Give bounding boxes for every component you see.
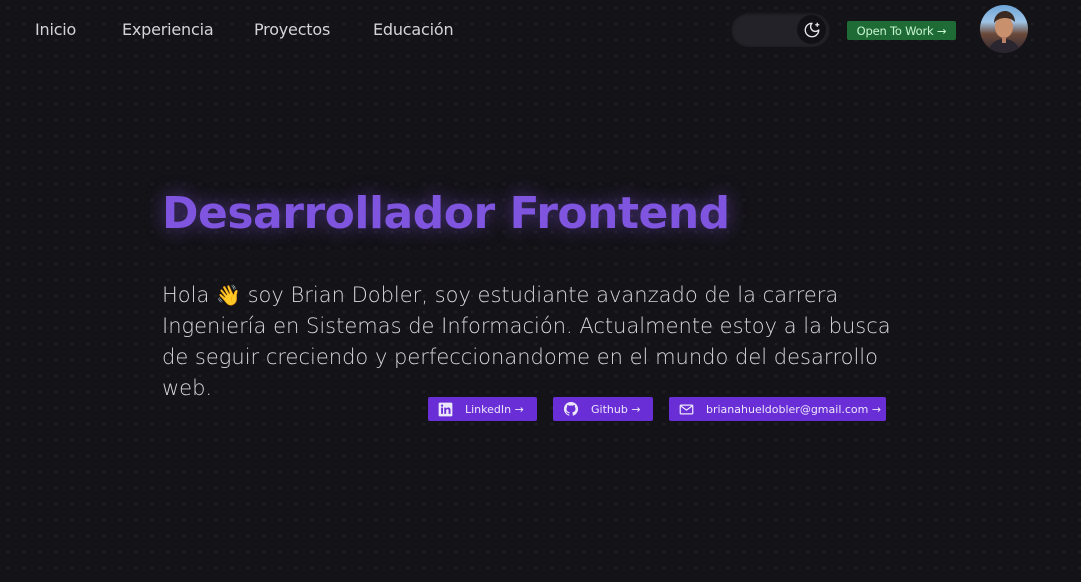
- github-label: Github →: [591, 402, 641, 416]
- hero-intro: Hola 👋 soy Brian Dobler, soy estudiante …: [162, 280, 912, 404]
- nav-link-experiencia[interactable]: Experiencia: [122, 20, 214, 39]
- avatar[interactable]: [980, 5, 1028, 53]
- email-button[interactable]: brianahueldobler@gmail.com →: [669, 397, 886, 421]
- github-icon: [563, 401, 579, 417]
- linkedin-label: LinkedIn →: [465, 402, 524, 416]
- hero-intro-body: soy Brian Dobler, soy estudiante avanzad…: [162, 283, 891, 400]
- mail-icon: [679, 402, 694, 417]
- waving-hand-icon: 👋: [216, 283, 241, 307]
- nav-link-proyectos[interactable]: Proyectos: [254, 20, 330, 39]
- hero-intro-greeting: Hola: [162, 283, 210, 307]
- nav-link-inicio[interactable]: Inicio: [35, 20, 76, 39]
- linkedin-icon: [438, 402, 453, 417]
- github-button[interactable]: Github →: [553, 397, 653, 421]
- top-navigation: Inicio Experiencia Proyectos Educación O…: [0, 0, 1081, 60]
- hero-title: Desarrollador Frontend: [162, 188, 730, 239]
- nav-link-educacion[interactable]: Educación: [373, 20, 454, 39]
- theme-toggle[interactable]: [731, 12, 830, 47]
- linkedin-button[interactable]: LinkedIn →: [428, 397, 537, 421]
- moon-sparkle-icon: [797, 15, 826, 44]
- email-label: brianahueldobler@gmail.com →: [706, 402, 882, 416]
- open-to-work-badge[interactable]: Open To Work →: [847, 21, 956, 40]
